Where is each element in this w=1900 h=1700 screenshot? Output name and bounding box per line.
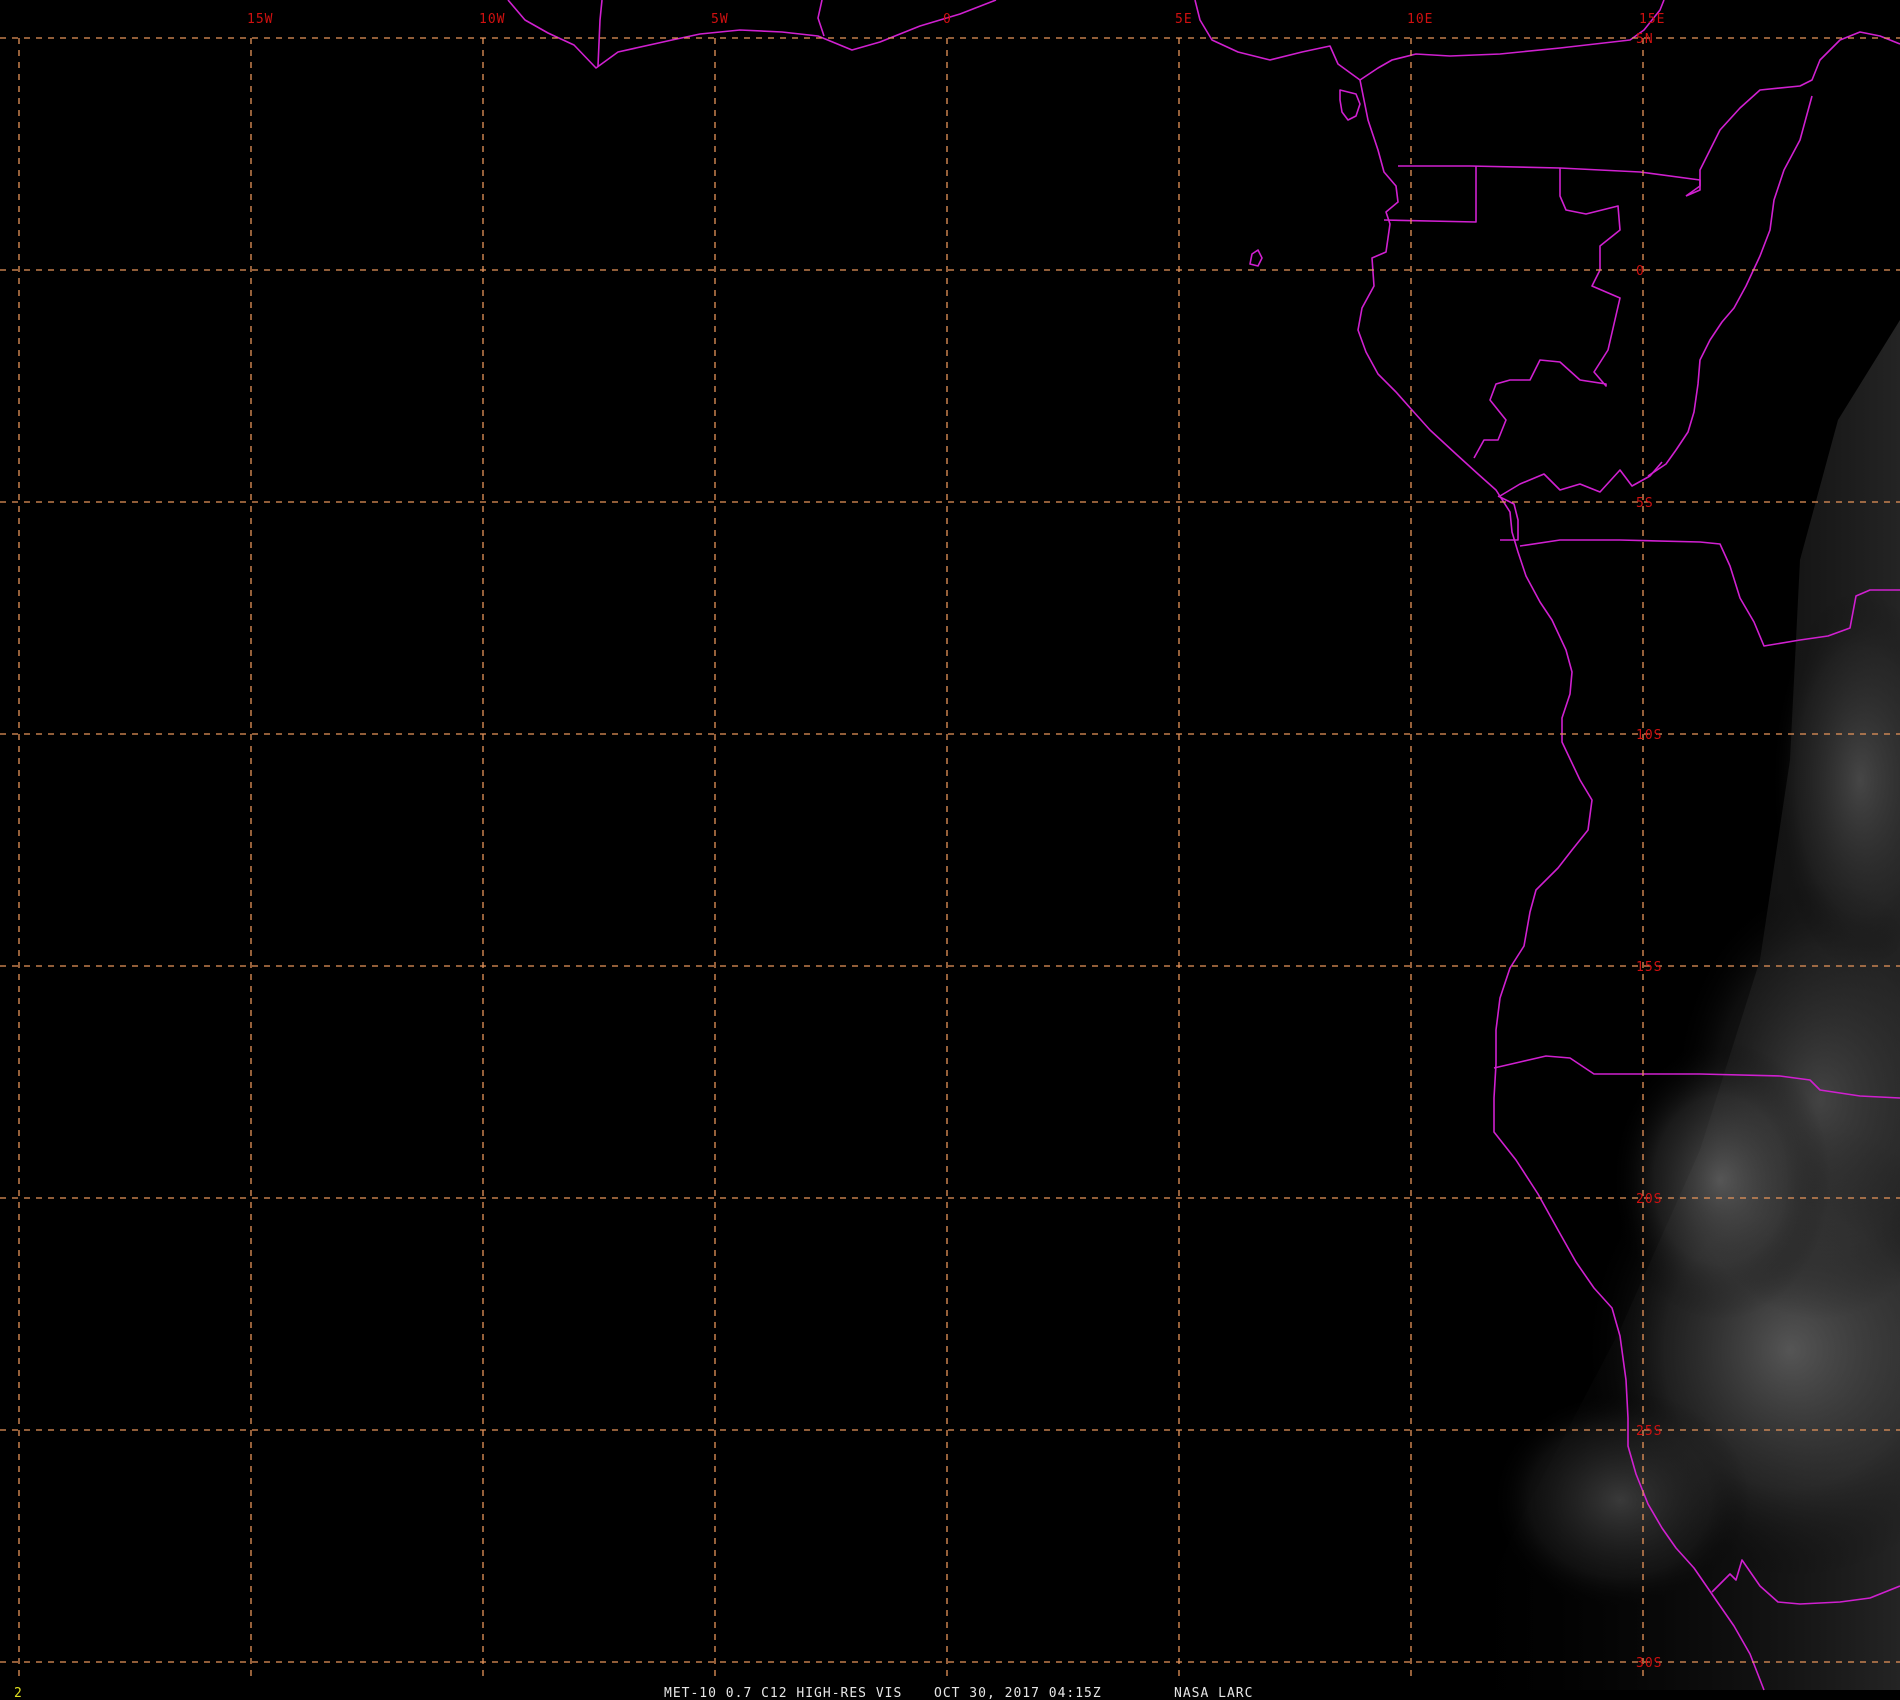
datetime-label: OCT 30, 2017 04:15Z — [934, 1686, 1102, 1700]
longitude-label: 10W — [479, 12, 505, 27]
latitude-label: 5S — [1636, 496, 1654, 511]
frame-number: 2 — [14, 1686, 22, 1700]
latitude-label: 10S — [1636, 728, 1662, 743]
longitude-label: 10E — [1407, 12, 1433, 27]
cloud-area-southwest — [1490, 1390, 1750, 1610]
longitude-label: 5W — [711, 12, 729, 27]
longitude-label: 15E — [1639, 12, 1665, 27]
satellite-map: 15W 10W 5W 0 5E 10E 15E5N05S10S15S20S25S30S 2 … — [0, 0, 1900, 1700]
latitude-label: 5N — [1636, 32, 1654, 47]
longitude-label: 0 — [943, 12, 952, 27]
source-label: NASA LARC — [1174, 1686, 1253, 1700]
longitude-label: 5E — [1175, 12, 1193, 27]
longitude-label: 15W — [247, 12, 273, 27]
latitude-label: 30S — [1636, 1656, 1662, 1671]
product-label: MET-10 0.7 C12 HIGH-RES VIS — [664, 1686, 902, 1700]
latitude-label: 0 — [1636, 264, 1645, 279]
latitude-label: 25S — [1636, 1424, 1662, 1439]
latitude-label: 15S — [1636, 960, 1662, 975]
latitude-label: 20S — [1636, 1192, 1662, 1207]
